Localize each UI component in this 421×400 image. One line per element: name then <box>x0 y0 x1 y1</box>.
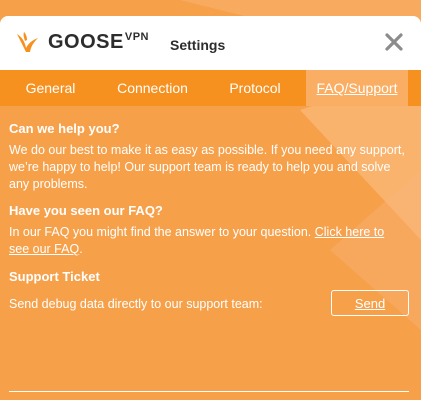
send-debug-button[interactable]: Send <box>331 290 409 316</box>
settings-tabs: General Connection Protocol FAQ/Support <box>0 70 421 106</box>
close-icon[interactable] <box>383 31 405 53</box>
tab-general[interactable]: General <box>0 70 101 106</box>
faq-heading: Have you seen our FAQ? <box>9 203 163 218</box>
brand-logo: GOOSEVPN <box>14 28 149 56</box>
title-bar: GOOSEVPN Settings <box>0 16 421 70</box>
brand-name: GOOSEVPN <box>48 30 149 53</box>
help-text: We do our best to make it as easy as pos… <box>9 143 405 191</box>
tab-protocol[interactable]: Protocol <box>204 70 306 106</box>
faq-link-end: . <box>79 242 83 256</box>
goose-logo-icon <box>17 32 38 52</box>
faq-text-block: In our FAQ you might find the answer to … <box>9 224 405 258</box>
faq-text: In our FAQ you might find the answer to … <box>9 225 312 239</box>
divider <box>9 391 409 392</box>
brand-suffix: VPN <box>124 30 149 43</box>
ticket-heading: Support Ticket <box>9 269 100 284</box>
tab-connection[interactable]: Connection <box>101 70 204 106</box>
tab-faq-support[interactable]: FAQ/Support <box>306 70 408 106</box>
help-heading: Can we help you? <box>9 121 120 136</box>
window-title: Settings <box>170 37 226 53</box>
settings-window: GOOSEVPN Settings General Connection Pro… <box>0 0 421 400</box>
